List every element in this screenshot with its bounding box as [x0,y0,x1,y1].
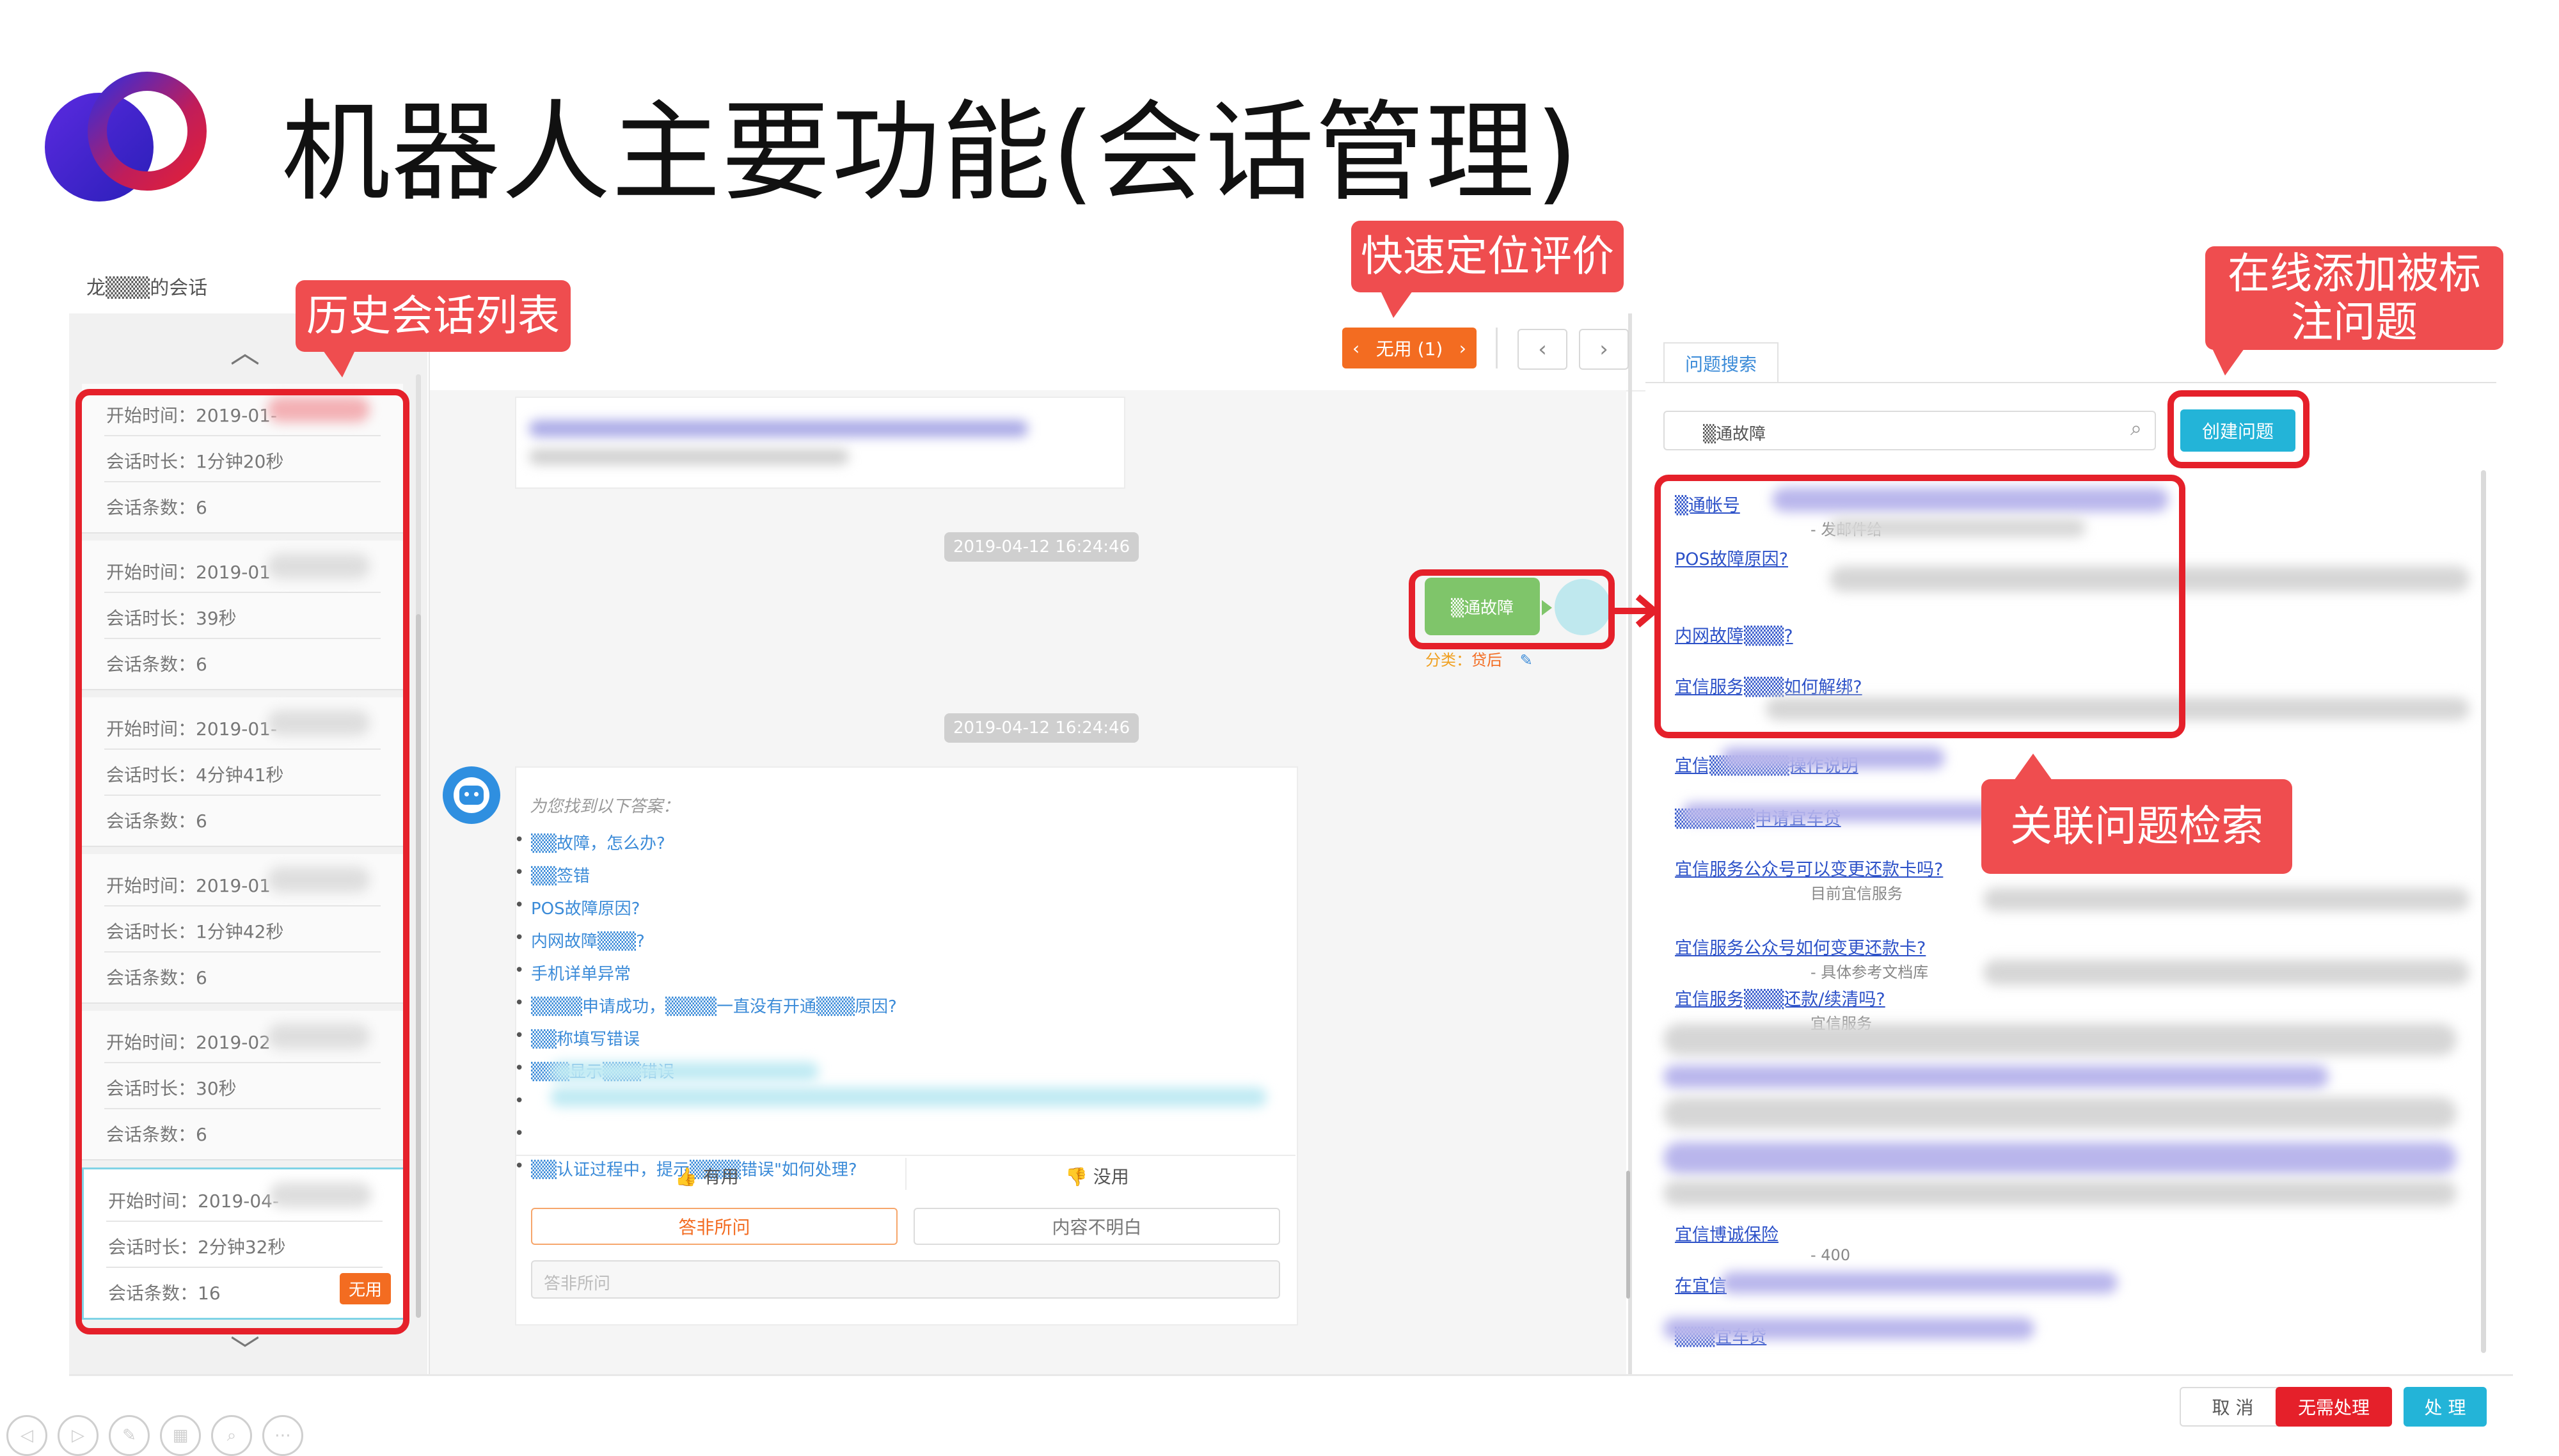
category-label: 分类： [1425,651,1471,669]
redacted-text [1663,1097,2457,1129]
more-icon[interactable]: ⋯ [262,1415,303,1456]
redacted-text [1663,1065,2329,1088]
prev-page-button[interactable]: ‹ [1517,329,1567,370]
highlight-box-create [2167,390,2309,468]
chevron-up-icon[interactable]: ︿ [230,329,260,372]
result-snippet: - 400 [1810,1246,1851,1264]
callout-history: 历史会话列表 [296,280,571,352]
useless-label: 没用 [1093,1166,1129,1187]
thumbs-down-icon: 👎 [1065,1166,1088,1187]
edit-icon[interactable]: ✎ [1520,651,1533,669]
next-slide-icon[interactable]: ▷ [58,1415,99,1456]
reason-option-irrelevant[interactable]: 答非所问 [531,1208,898,1245]
answer-link[interactable]: 手机详单异常 [514,961,631,985]
thumbs-up-icon: 👍 [675,1166,697,1187]
result-link[interactable]: 宜信服务公众号可以变更还款卡吗? [1675,855,1943,880]
redacted-text [1663,1142,2457,1174]
result-snippet: - 具体参考文档库 [1810,963,1929,981]
callout-pointer [2014,754,2052,780]
arrow-right-icon [1612,594,1660,628]
redacted-text [1983,888,2469,911]
zoom-icon[interactable]: ⌕ [211,1415,252,1456]
history-scrollbar-thumb[interactable] [416,614,421,1318]
divider [905,1158,907,1190]
callout-pointer [323,351,355,377]
divider [515,1155,1295,1156]
tab-question-search[interactable]: 问题搜索 [1663,342,1779,383]
useful-label: 有用 [702,1166,739,1187]
redacted-text [1663,1024,2457,1056]
highlight-box-history [75,389,409,1334]
highlight-box-message [1409,569,1615,649]
answer-link[interactable]: POS故障原因? [514,896,640,919]
previous-slide-icon[interactable]: ◁ [6,1415,47,1456]
category-tag: 分类：贷后 ✎ [1425,647,1533,670]
reason-option-unclear[interactable]: 内容不明白 [914,1208,1280,1245]
bottom-divider [69,1374,2513,1376]
callout-related: 关联问题检索 [1981,779,2292,874]
redacted-text [1663,1318,2034,1340]
redacted-text [1983,960,2469,985]
toolbar-divider [1496,328,1498,368]
search-icon[interactable]: ⌕ [2130,416,2142,441]
redacted-text [529,420,1028,437]
answer-link[interactable]: ▒▒故障，怎么办? [514,830,665,854]
useless-filter-button[interactable]: ‹ 无用 (1) › [1342,328,1477,368]
useful-button[interactable]: 👍 有用 [675,1163,739,1189]
chat-scrollbar[interactable] [1626,1171,1630,1299]
answer-link[interactable]: 内网故障▒▒▒? [514,928,645,952]
result-scrollbar[interactable] [2481,470,2486,1353]
answer-intro: 为您找到以下答案： [530,797,680,816]
chevron-left-icon[interactable]: ‹ [1352,338,1359,359]
chevron-down-icon[interactable]: ﹀ [230,1327,260,1370]
redacted-text [1721,747,1945,769]
slide-title: 机器人主要功能(会话管理) [281,90,1580,216]
result-link[interactable]: 宜信服务公众号如何变更还款卡? [1675,934,1926,959]
previous-answer-card [515,397,1125,489]
answer-link[interactable]: ▒▒▒▒申请成功，▒▒▒▒一直没有开通▒▒▒原因? [514,993,897,1017]
useless-button[interactable]: 👎 没用 [1065,1163,1129,1189]
result-link[interactable]: 宜信服务▒▒▒还款/续清吗? [1675,985,1885,1010]
slides-grid-icon[interactable]: ▦ [160,1415,201,1456]
chevron-right-icon[interactable]: › [1459,338,1466,359]
pen-icon[interactable]: ✎ [109,1415,150,1456]
session-title: 龙▒▒▒的会话 [86,277,208,299]
chat-timestamp: 2019-04-12 16:24:46 [944,713,1139,743]
no-process-button[interactable]: 无需处理 [2276,1387,2392,1427]
redacted-text [550,1062,819,1081]
redacted-text [1663,1180,2457,1206]
callout-pointer [1381,291,1413,318]
chat-timestamp: 2019-04-12 16:24:46 [944,532,1139,562]
chevron-right-icon: › [1599,336,1608,362]
brand-logo-icon [45,72,207,202]
callout-pointer [2212,349,2244,376]
result-link[interactable]: 在宜信 [1675,1272,1727,1297]
robot-avatar-icon [443,766,500,824]
redacted-text [1721,1272,2118,1294]
result-link[interactable]: 宜信博诚保险 [1675,1221,1779,1246]
chevron-left-icon: ‹ [1538,336,1547,362]
answer-link[interactable]: ▒▒称填写错误 [514,1026,640,1050]
redacted-text [529,449,849,464]
highlight-box-results [1654,475,2185,738]
filter-label: 无用 (1) [1375,338,1443,360]
callout-locate: 快速定位评价 [1351,221,1624,292]
tab-underline [1645,382,2496,383]
callout-add-question: 在线添加被标注问题 [2205,246,2503,350]
feedback-input[interactable]: 答非所问 [531,1260,1280,1299]
cancel-button[interactable]: 取 消 [2180,1387,2286,1427]
category-value: 贷后 [1471,651,1502,669]
search-input[interactable]: ▒通故障 [1663,411,2156,450]
process-button[interactable]: 处 理 [2404,1387,2487,1427]
result-snippet: 目前宜信服务 [1810,885,1903,903]
next-page-button[interactable]: › [1579,329,1629,370]
answer-link[interactable]: ▒▒签错 [514,863,590,887]
redacted-text [550,1088,1267,1107]
